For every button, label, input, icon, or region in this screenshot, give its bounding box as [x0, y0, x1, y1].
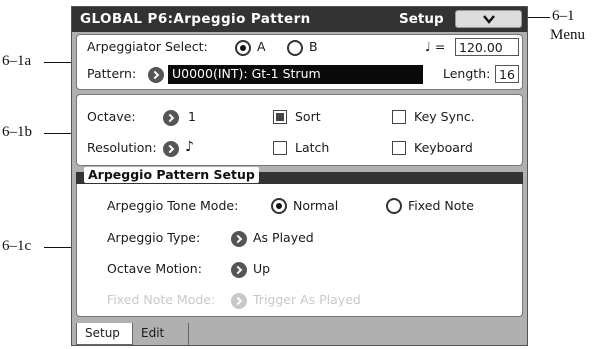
resolution-popup-button[interactable]: [163, 141, 179, 157]
length-field[interactable]: 16: [495, 65, 519, 83]
arp-type-popup-button[interactable]: [231, 231, 247, 247]
sort-checkbox[interactable]: [273, 110, 287, 124]
callout-menu-line: [528, 17, 550, 18]
callout-menu-number: 6–1: [552, 8, 575, 24]
latch-label: Latch: [295, 140, 330, 155]
callout-6-1a-line: [44, 62, 71, 63]
fixed-note-mode-value: Trigger As Played: [253, 292, 361, 307]
tab-setup[interactable]: Setup: [76, 323, 133, 345]
pattern-field[interactable]: U0000(INT): Gt-1 Strum: [168, 65, 423, 84]
octave-popup-button[interactable]: [163, 110, 179, 126]
octave-resolution-panel: Octave: 1 Sort Key Sync. Resolution: ♪ L…: [76, 94, 523, 166]
octave-label: Octave:: [87, 109, 136, 124]
fixed-note-mode-popup-button[interactable]: [231, 293, 247, 309]
arp-b-label: B: [309, 39, 318, 54]
tone-mode-normal-radio[interactable]: [271, 198, 287, 214]
tab-edit[interactable]: Edit: [133, 323, 189, 345]
page-subtitle: Setup: [399, 11, 444, 27]
section-title: Arpeggio Pattern Setup: [84, 167, 259, 183]
chevron-down-icon: [483, 15, 495, 24]
tempo-label: ♩ =: [425, 39, 446, 54]
pattern-popup-button[interactable]: [148, 67, 164, 83]
callout-6-1b: 6–1b: [2, 124, 32, 140]
arp-b-radio[interactable]: [287, 40, 303, 56]
key-sync-checkbox[interactable]: [392, 110, 406, 124]
pattern-label: Pattern:: [87, 66, 137, 81]
octave-value: 1: [188, 109, 196, 124]
callout-6-1c: 6–1c: [2, 238, 32, 254]
key-sync-label: Key Sync.: [414, 109, 475, 124]
title-bar: GLOBAL P6:Arpeggio Pattern Setup: [72, 7, 527, 32]
tone-mode-fixed-radio[interactable]: [386, 198, 402, 214]
octave-motion-popup-button[interactable]: [231, 262, 247, 278]
arp-type-label: Arpeggio Type:: [107, 230, 201, 245]
arp-a-radio[interactable]: [235, 40, 251, 56]
sort-label: Sort: [295, 109, 321, 124]
page-menu-button[interactable]: [455, 10, 522, 28]
keyboard-label: Keyboard: [414, 140, 473, 155]
keyboard-checkbox[interactable]: [392, 141, 406, 155]
arp-a-label: A: [257, 39, 266, 54]
resolution-note-icon: ♪: [185, 139, 194, 155]
callout-6-1c-line: [44, 247, 71, 248]
arp-select-label: Arpeggiator Select:: [87, 39, 208, 54]
resolution-label: Resolution:: [87, 140, 157, 155]
tone-mode-label: Arpeggio Tone Mode:: [107, 198, 239, 213]
arpeggiator-select-panel: Arpeggiator Select: A B ♩ = 120.00 Patte…: [76, 34, 523, 90]
callout-menu-label: Menu: [550, 27, 585, 43]
global-screen: GLOBAL P6:Arpeggio Pattern Setup Arpeggi…: [71, 6, 528, 346]
arp-type-value: As Played: [253, 230, 314, 245]
tempo-field[interactable]: 120.00: [455, 38, 519, 56]
latch-checkbox[interactable]: [273, 141, 287, 155]
tone-mode-fixed-label: Fixed Note: [408, 198, 474, 213]
length-label: Length:: [443, 66, 491, 81]
octave-motion-value: Up: [253, 261, 271, 276]
fixed-note-mode-label: Fixed Note Mode:: [107, 292, 216, 307]
octave-motion-label: Octave Motion:: [107, 261, 202, 276]
page-title: GLOBAL P6:Arpeggio Pattern: [80, 11, 311, 27]
tone-mode-normal-label: Normal: [293, 198, 339, 213]
callout-6-1b-line: [44, 133, 71, 134]
pattern-setup-panel: Arpeggio Tone Mode: Normal Fixed Note Ar…: [76, 184, 523, 317]
callout-6-1a: 6–1a: [2, 53, 32, 69]
